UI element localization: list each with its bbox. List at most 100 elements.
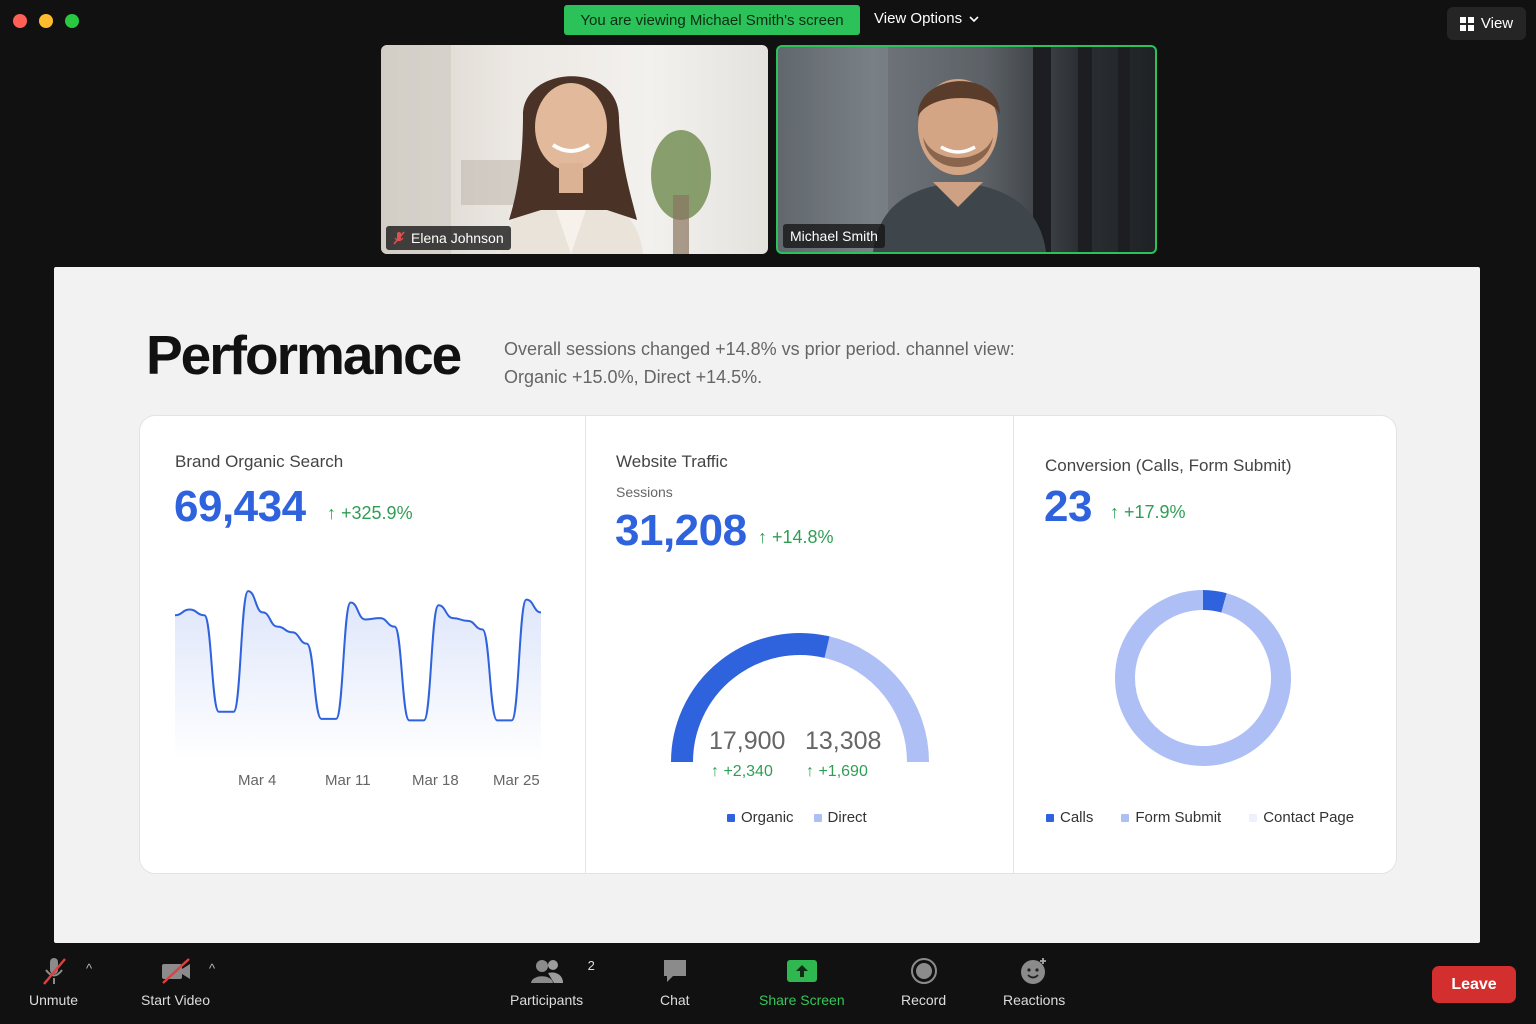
- page-title: Performance: [146, 324, 462, 386]
- traffic-delta: ↑ +14.8%: [758, 527, 834, 548]
- participant-name: Michael Smith: [790, 228, 878, 244]
- record-icon: [910, 956, 938, 986]
- legend-label: Direct: [827, 809, 867, 826]
- summary-line: Overall sessions changed +14.8% vs prior…: [504, 339, 1015, 359]
- legend-item: Form Submit: [1121, 809, 1221, 826]
- legend-swatch: [727, 813, 735, 822]
- share-screen-label: Share Screen: [759, 992, 845, 1008]
- participant-name: Elena Johnson: [411, 230, 504, 246]
- participant-name-tag: Elena Johnson: [386, 226, 511, 250]
- legend-item: Contact Page: [1249, 809, 1354, 826]
- legend-label: Contact Page: [1263, 809, 1355, 826]
- record-label: Record: [901, 992, 947, 1008]
- legend-label: Organic: [741, 809, 794, 826]
- maximize-window-button[interactable]: [65, 14, 79, 28]
- legend-swatch: [1046, 813, 1054, 822]
- traffic-title: Website Traffic: [616, 452, 728, 471]
- view-options-button[interactable]: View Options: [874, 10, 979, 27]
- chevron-down-icon: [969, 16, 979, 23]
- direct-value: 13,308: [805, 727, 882, 755]
- participants-label: Participants: [510, 992, 584, 1008]
- conversion-legend: Calls Form Submit Contact Page: [1046, 809, 1354, 826]
- organic-value: 17,900: [709, 727, 786, 755]
- start-video-label: Start Video: [141, 992, 211, 1008]
- conversion-title: Conversion (Calls, Form Submit): [1045, 456, 1292, 475]
- grid-icon: [1459, 16, 1474, 31]
- participant-name-tag: Michael Smith: [783, 224, 885, 248]
- reactions-icon: [1019, 956, 1049, 986]
- delta-value: +1,690: [818, 763, 868, 780]
- x-tick-label: Mar 25: [493, 772, 540, 789]
- legend-swatch: [813, 813, 822, 822]
- traffic-subtitle: Sessions: [616, 484, 673, 500]
- area-fill: [175, 591, 541, 761]
- divider: [585, 416, 586, 873]
- participants-count: 2: [587, 958, 595, 973]
- legend-swatch: [1121, 813, 1130, 822]
- chat-button[interactable]: Chat: [660, 956, 690, 1008]
- chat-label: Chat: [660, 992, 690, 1008]
- donut-segment: [1115, 590, 1291, 766]
- audio-options-caret[interactable]: ^: [86, 961, 92, 976]
- brand-search-title: Brand Organic Search: [175, 452, 344, 471]
- delta-value: +325.9%: [341, 503, 413, 523]
- share-screen-button[interactable]: Share Screen: [759, 956, 845, 1008]
- video-options-caret[interactable]: ^: [209, 961, 215, 976]
- traffic-gauge: [671, 633, 929, 763]
- window-controls: [13, 14, 79, 28]
- kpi-card: Brand Organic Search 69,434 ↑ +325.9% Ma…: [139, 415, 1397, 874]
- view-label: View: [1480, 15, 1514, 32]
- reactions-button[interactable]: Reactions: [1003, 956, 1065, 1008]
- legend-item: Direct: [813, 809, 867, 826]
- conversion-delta: ↑ +17.9%: [1110, 502, 1186, 523]
- brand-search-delta: ↑ +325.9%: [327, 503, 413, 524]
- chat-icon: [661, 956, 689, 986]
- mic-muted-icon: [40, 956, 68, 986]
- leave-button[interactable]: Leave: [1432, 966, 1516, 1003]
- x-tick-label: Mar 4: [238, 772, 277, 789]
- start-video-button[interactable]: Start Video: [141, 956, 210, 1008]
- brand-search-area-chart: [175, 590, 541, 761]
- arrow-up-icon: ↑: [711, 763, 719, 780]
- legend-item: Calls: [1046, 809, 1093, 826]
- unmute-label: Unmute: [29, 992, 79, 1008]
- participants-button[interactable]: 2 Participants: [510, 956, 595, 1008]
- minimize-window-button[interactable]: [39, 14, 53, 28]
- x-tick-label: Mar 18: [412, 772, 459, 789]
- summary-line: Organic +15.0%, Direct +14.5%.: [504, 367, 763, 387]
- close-window-button[interactable]: [13, 14, 27, 28]
- delta-value: +2,340: [723, 763, 773, 780]
- reactions-label: Reactions: [1003, 992, 1066, 1008]
- legend-label: Calls: [1060, 809, 1094, 826]
- legend-swatch: [1249, 813, 1258, 822]
- arrow-up-icon: ↑: [806, 763, 814, 780]
- performance-summary: Overall sessions changed +14.8% vs prior…: [504, 335, 1064, 391]
- view-button[interactable]: View: [1447, 7, 1526, 40]
- view-options-label: View Options: [874, 10, 963, 27]
- mic-muted-icon: [393, 231, 405, 245]
- traffic-legend: Organic Direct: [727, 809, 867, 826]
- record-button[interactable]: Record: [901, 956, 946, 1008]
- legend-item: Organic: [727, 809, 794, 826]
- delta-value: +14.8%: [772, 527, 834, 547]
- arrow-up-icon: ↑: [1110, 502, 1119, 522]
- participant-photo: [381, 45, 711, 254]
- delta-value: +17.9%: [1124, 502, 1186, 522]
- organic-delta: ↑ +2,340: [711, 763, 773, 781]
- viewing-banner: You are viewing Michael Smith's screen: [564, 5, 860, 35]
- traffic-value: 31,208: [615, 506, 747, 555]
- share-screen-icon: [786, 956, 818, 986]
- direct-delta: ↑ +1,690: [806, 763, 868, 781]
- participants-icon: 2: [530, 956, 595, 986]
- divider: [1013, 416, 1014, 873]
- video-off-icon: [160, 956, 192, 986]
- legend-label: Form Submit: [1135, 809, 1222, 826]
- arrow-up-icon: ↑: [327, 503, 336, 523]
- brand-search-value: 69,434: [174, 482, 306, 531]
- video-tile-elena[interactable]: Elena Johnson: [381, 45, 768, 254]
- shared-screen: Performance Overall sessions changed +14…: [54, 267, 1480, 943]
- conversion-donut-chart: [1115, 590, 1291, 766]
- video-tile-michael[interactable]: Michael Smith: [776, 45, 1157, 254]
- unmute-button[interactable]: Unmute: [29, 956, 78, 1008]
- conversion-value: 23: [1044, 482, 1092, 531]
